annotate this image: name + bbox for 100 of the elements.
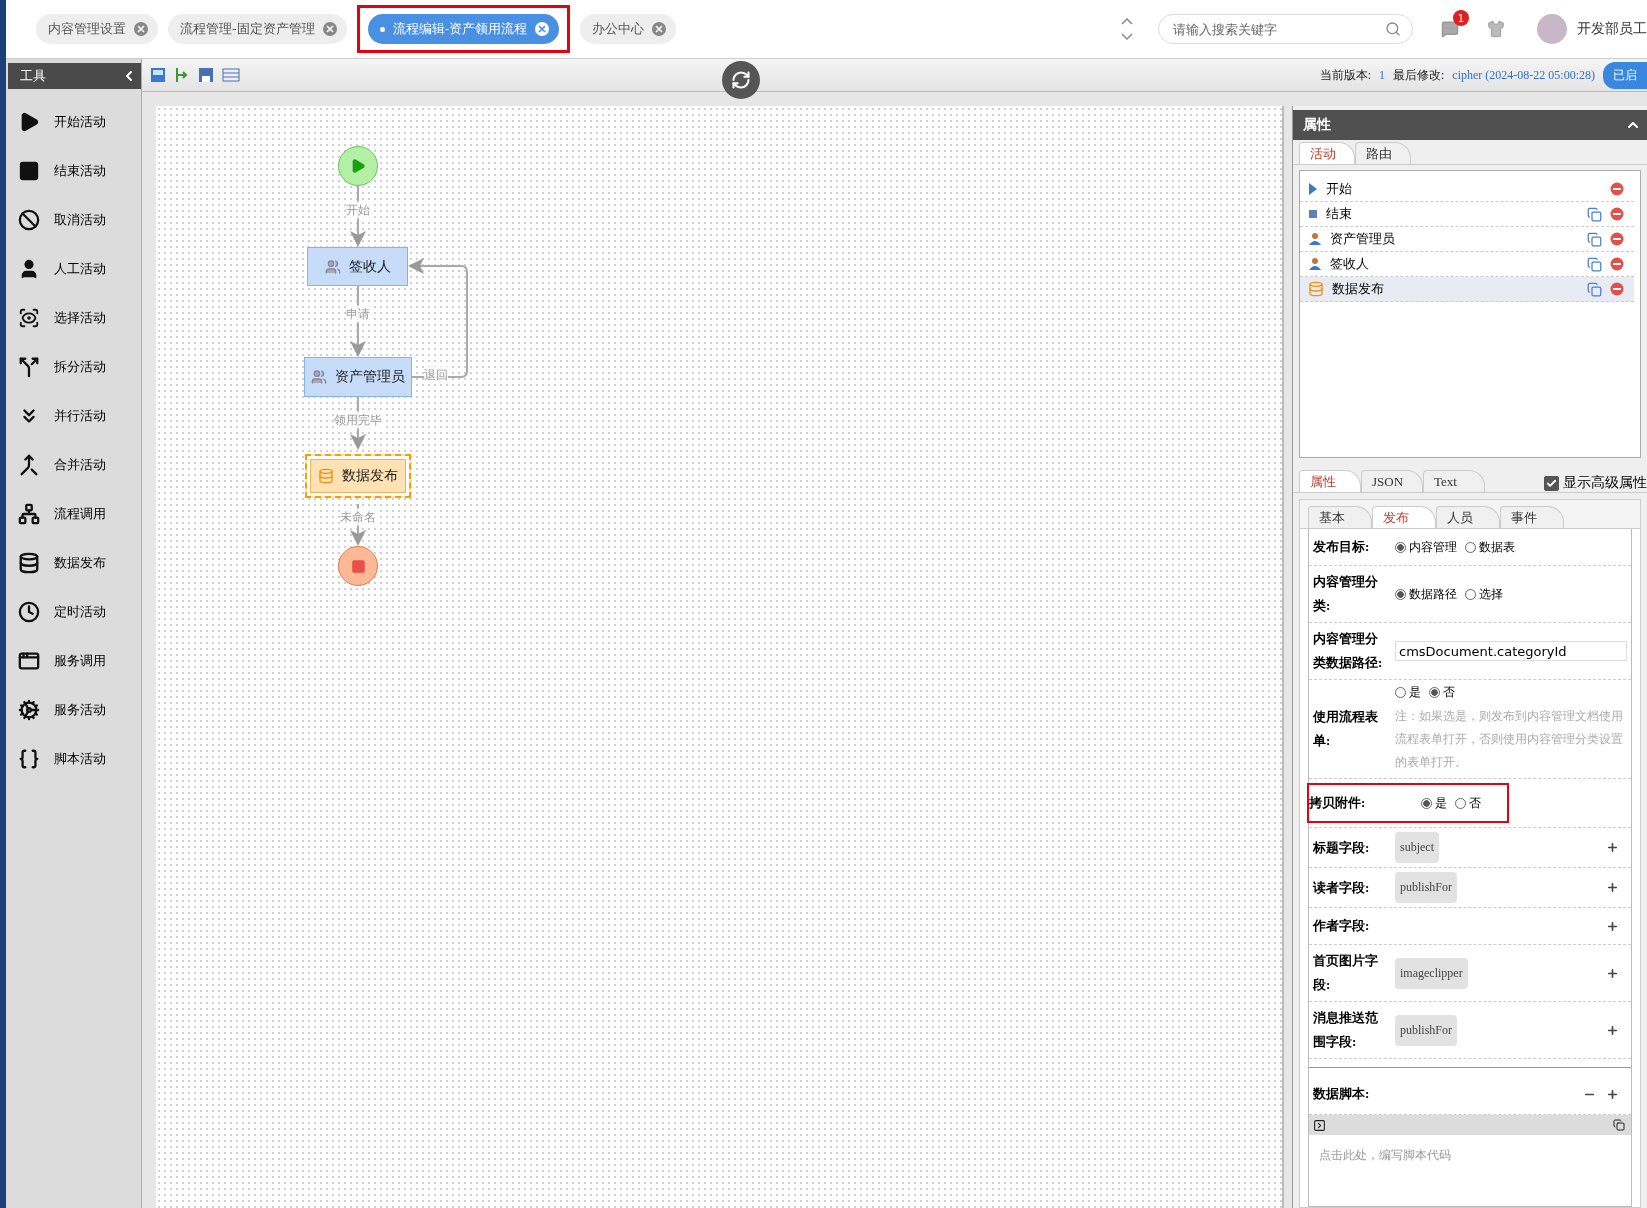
field-label: 拷贝附件: [1309, 794, 1367, 812]
view-tab[interactable]: 属性 [1299, 470, 1361, 492]
modified-label: 最后修改: [1393, 66, 1445, 84]
start-node[interactable] [338, 146, 378, 186]
connector-label: 申请 [346, 305, 370, 323]
sub-tab[interactable]: 事件 [1500, 506, 1564, 528]
search-field[interactable]: 请输入搜索关键字 [1158, 14, 1413, 44]
activity-node[interactable]: 资产管理员 [304, 357, 412, 397]
copy-icon[interactable] [1587, 281, 1602, 297]
people-icon [311, 369, 327, 385]
status-button[interactable]: 已启 [1603, 61, 1647, 89]
field-label: 标题字段: [1313, 838, 1371, 857]
radio-option[interactable]: 是 [1395, 684, 1421, 701]
people-icon [324, 258, 341, 275]
panel-tab[interactable]: 路由 [1355, 142, 1411, 164]
radio-option[interactable]: 数据路径 [1395, 585, 1457, 603]
tool-item[interactable]: 并行活动 [6, 391, 141, 440]
path-input[interactable]: cmsDocument.categoryId [1395, 641, 1627, 661]
radio-option[interactable]: 内容管理 [1395, 538, 1457, 556]
shirt-icon[interactable] [1487, 20, 1505, 38]
activity-row[interactable]: 资产管理员 [1300, 227, 1634, 252]
tool-item[interactable]: 结束活动 [6, 146, 141, 195]
page-tab[interactable]: 内容管理设置 [36, 14, 158, 44]
copy-icon[interactable] [1587, 231, 1602, 247]
chat-icon[interactable] [1441, 20, 1459, 38]
prohibited-icon [18, 208, 40, 231]
tool-item[interactable]: 流程调用 [6, 489, 141, 538]
node-label: 数据发布 [342, 467, 398, 485]
tool-item[interactable]: 开始活动 [6, 97, 141, 146]
add-icon[interactable] [1606, 1023, 1619, 1037]
radio-option[interactable]: 数据表 [1465, 538, 1515, 556]
split-icon [18, 355, 40, 378]
merge-icon [18, 453, 40, 476]
sub-tab[interactable]: 人员 [1436, 506, 1500, 528]
activity-row[interactable]: 开始 [1300, 177, 1634, 202]
tool-item[interactable]: 人工活动 [6, 244, 141, 293]
eye-icon [18, 306, 40, 329]
radio-option[interactable]: 选择 [1465, 585, 1503, 603]
page-tab[interactable]: 流程管理-固定资产管理 [168, 14, 347, 44]
close-icon[interactable] [322, 22, 337, 36]
table-icon[interactable] [222, 68, 240, 82]
radio-option[interactable]: 是 [1421, 794, 1447, 812]
restore-icon[interactable] [1613, 1119, 1625, 1131]
add-icon[interactable] [1606, 1087, 1619, 1101]
console-icon[interactable] [1313, 1118, 1326, 1132]
radio-option[interactable]: 否 [1429, 684, 1455, 701]
tool-item[interactable]: 选择活动 [6, 293, 141, 342]
tool-item[interactable]: 拆分活动 [6, 342, 141, 391]
export-icon[interactable] [174, 67, 190, 83]
refresh-button[interactable] [722, 61, 760, 99]
tool-item[interactable]: 服务活动 [6, 685, 141, 734]
remove-icon[interactable] [1610, 232, 1624, 246]
floppy-icon[interactable] [198, 67, 214, 83]
square-icon [1308, 209, 1318, 219]
page-tab[interactable]: 办公中心 [580, 14, 677, 44]
note-text: 注：如果选是，则发布到内容管理文档使用流程表单打开，否则使用内容管理分类设置的表单打开。 [1395, 708, 1624, 771]
sub-tab[interactable]: 基本 [1308, 506, 1372, 528]
remove-icon[interactable] [1610, 182, 1624, 196]
copy-icon[interactable] [1587, 206, 1602, 222]
panel-title: 属性 [1303, 116, 1331, 134]
add-icon[interactable] [1606, 841, 1619, 854]
tool-item[interactable]: 合并活动 [6, 440, 141, 489]
sort-icon[interactable] [1120, 16, 1134, 42]
end-node[interactable] [338, 546, 378, 586]
tool-item[interactable]: 脚本活动 [6, 734, 141, 783]
close-icon[interactable] [535, 22, 550, 36]
advanced-checkbox[interactable]: 显示高级属性 [1544, 474, 1647, 492]
radio-option[interactable]: 否 [1455, 794, 1481, 812]
sub-tab[interactable]: 发布 [1372, 506, 1436, 528]
close-icon[interactable] [652, 22, 667, 36]
field-label: 使用流程表单: [1313, 708, 1379, 750]
search-icon[interactable] [1385, 21, 1401, 37]
node-label: 资产管理员 [335, 368, 405, 386]
add-icon[interactable] [1606, 966, 1619, 980]
person-icon [1308, 232, 1322, 246]
tool-item[interactable]: 数据发布 [6, 538, 141, 587]
remove-icon[interactable] [1610, 207, 1624, 221]
tool-item[interactable]: 取消活动 [6, 195, 141, 244]
close-icon[interactable] [134, 22, 148, 36]
save-icon[interactable] [150, 67, 166, 83]
user-name[interactable]: 开发部员工 [1577, 20, 1647, 38]
field-label: 消息推送范围字段: [1313, 1009, 1379, 1051]
panel-tab[interactable]: 活动 [1299, 142, 1355, 164]
copy-icon[interactable] [1587, 256, 1602, 272]
activity-row[interactable]: 数据发布 [1300, 277, 1634, 302]
remove-icon[interactable] [1610, 257, 1624, 271]
view-tab[interactable]: Text [1423, 470, 1485, 492]
connector-label: 未命名 [340, 508, 376, 526]
checkbox[interactable] [1544, 475, 1559, 491]
add-icon[interactable] [1606, 881, 1619, 894]
activity-node[interactable]: 签收人 [307, 247, 408, 286]
add-icon[interactable] [1606, 919, 1619, 933]
tool-item[interactable]: 定时活动 [6, 587, 141, 636]
tool-item[interactable]: 服务调用 [6, 636, 141, 685]
activity-row[interactable]: 结束 [1300, 202, 1634, 227]
database-icon [318, 468, 334, 484]
view-tab[interactable]: JSON [1361, 470, 1423, 492]
field-label: 首页图片字段: [1313, 952, 1379, 994]
activity-node[interactable]: 数据发布 [305, 454, 411, 498]
remove-icon[interactable] [1610, 282, 1624, 296]
